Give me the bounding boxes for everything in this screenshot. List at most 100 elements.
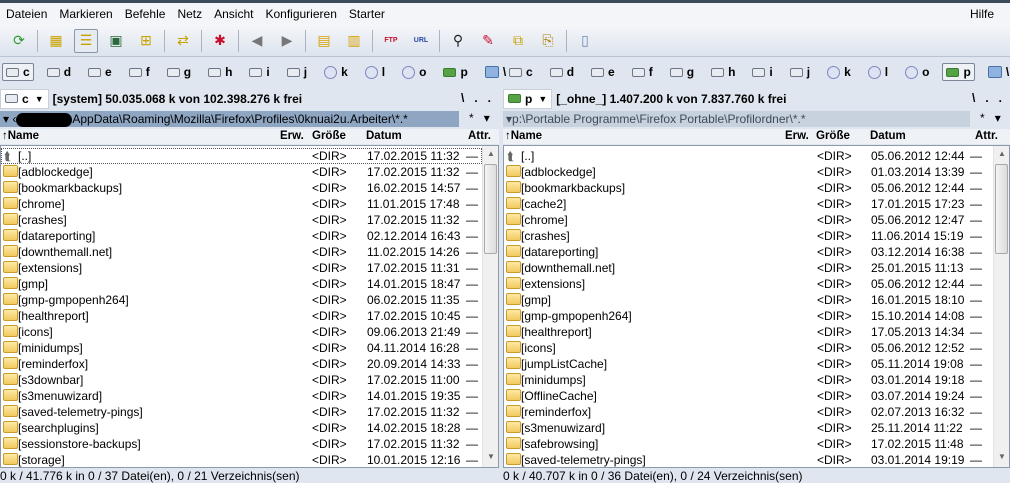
- file-row[interactable]: [s3menuwizard] <DIR> 25.11.2014 11:22 —: [504, 420, 993, 436]
- pack-button[interactable]: ▤: [312, 29, 336, 53]
- file-row[interactable]: [s3menuwizard] <DIR> 14.01.2015 19:35 —: [1, 388, 482, 404]
- file-row[interactable]: [reminderfox] <DIR> 20.09.2014 14:33 —: [1, 356, 482, 372]
- scroll-up-icon[interactable]: ▲: [998, 149, 1006, 158]
- right-hotlist-button[interactable]: ▾: [995, 111, 1001, 125]
- right-drive-button-o[interactable]: o: [901, 63, 933, 81]
- right-drive-button-k[interactable]: k: [823, 63, 855, 81]
- file-row[interactable]: [saved-telemetry-pings] <DIR> 17.02.2015 1…: [1, 404, 482, 420]
- right-drive-button-i[interactable]: i: [748, 63, 776, 81]
- menu-help[interactable]: Hilfe: [964, 7, 1000, 21]
- right-scrollbar[interactable]: ▲ ▼: [993, 146, 1009, 467]
- left-header-name[interactable]: ↑Name: [2, 130, 39, 142]
- right-filter-button[interactable]: *: [980, 111, 985, 125]
- left-header-date[interactable]: Datum: [366, 130, 402, 142]
- left-drive-button-e[interactable]: e: [84, 63, 116, 81]
- scroll-up-icon[interactable]: ▲: [487, 149, 495, 158]
- unpack-button[interactable]: ▥: [342, 29, 366, 53]
- left-drive-button-g[interactable]: g: [163, 63, 195, 81]
- left-header-attr[interactable]: Attr.: [468, 130, 491, 142]
- notepad-button[interactable]: ▯: [573, 29, 597, 53]
- full-view-button[interactable]: ☰: [74, 28, 98, 53]
- file-row[interactable]: [gmp] <DIR> 16.01.2015 18:10 —: [504, 292, 993, 308]
- file-row[interactable]: [saved-telemetry-pings] <DIR> 03.01.2014 1…: [504, 452, 993, 468]
- file-row[interactable]: [downthemall.net] <DIR> 11.02.2015 14:26 —: [1, 244, 482, 260]
- left-drive-button-h[interactable]: h: [204, 63, 236, 81]
- right-parent-button[interactable]: ..: [985, 91, 1010, 105]
- left-drive-button-d[interactable]: d: [43, 63, 75, 81]
- file-row[interactable]: [extensions] <DIR> 17.02.2015 11:31 —: [1, 260, 482, 276]
- file-row[interactable]: [chrome] <DIR> 05.06.2012 12:47 —: [504, 212, 993, 228]
- left-parent-button[interactable]: ..: [474, 91, 501, 105]
- select-button[interactable]: ✱: [208, 29, 232, 53]
- right-drive-button-e[interactable]: e: [587, 63, 619, 81]
- file-row[interactable]: [sessionstore-backups] <DIR> 17.02.2015 11…: [1, 436, 482, 452]
- tree-view-button[interactable]: ⊞: [134, 29, 158, 53]
- file-row[interactable]: [cache2] <DIR> 17.01.2015 17:23 —: [504, 196, 993, 212]
- right-drive-button-h[interactable]: h: [707, 63, 739, 81]
- file-row[interactable]: [gmp-gmpopenh264] <DIR> 15.10.2014 14:08 —: [504, 308, 993, 324]
- file-row[interactable]: [extensions] <DIR> 05.06.2012 12:44 —: [504, 276, 993, 292]
- url-button[interactable]: URL: [409, 29, 433, 53]
- left-drive-button-f[interactable]: f: [125, 63, 154, 81]
- scroll-down-icon[interactable]: ▼: [487, 452, 495, 461]
- left-root-button[interactable]: \: [461, 91, 474, 105]
- right-drive-button-j[interactable]: j: [786, 63, 814, 81]
- left-history-button[interactable]: ▾ ‹: [3, 112, 16, 126]
- left-drive-button-j[interactable]: j: [283, 63, 311, 81]
- file-row[interactable]: [chrome] <DIR> 11.01.2015 17:48 —: [1, 196, 482, 212]
- thumbnail-view-button[interactable]: ▣: [104, 29, 128, 53]
- scroll-thumb[interactable]: [995, 164, 1008, 254]
- right-drive-button-network[interactable]: \: [984, 63, 1010, 81]
- left-file-list[interactable]: ⮬ [..] <DIR> 17.02.2015 11:32— [adblockedge]…: [0, 145, 499, 468]
- left-hotlist-button[interactable]: ▾: [484, 111, 490, 125]
- file-row[interactable]: [gmp] <DIR> 14.01.2015 18:47 —: [1, 276, 482, 292]
- right-header-ext[interactable]: Erw.: [785, 130, 809, 142]
- right-drive-button-p[interactable]: p: [942, 63, 975, 81]
- right-header-name[interactable]: ↑Name: [505, 130, 542, 142]
- back-button[interactable]: ◀: [245, 29, 269, 53]
- file-row[interactable]: [minidumps] <DIR> 04.11.2014 16:28 —: [1, 340, 482, 356]
- menu-markieren[interactable]: Markieren: [53, 7, 118, 21]
- file-row[interactable]: [datareporting] <DIR> 02.12.2014 16:43 —: [1, 228, 482, 244]
- menu-ansicht[interactable]: Ansicht: [208, 7, 259, 21]
- right-drive-button-g[interactable]: g: [666, 63, 698, 81]
- file-row[interactable]: [safebrowsing] <DIR> 17.02.2015 11:48 —: [504, 436, 993, 452]
- file-row[interactable]: [searchplugins] <DIR> 14.02.2015 18:28 —: [1, 420, 482, 436]
- scroll-thumb[interactable]: [484, 164, 497, 254]
- file-row[interactable]: ⮬ [..] <DIR> 17.02.2015 11:32 —: [1, 148, 482, 164]
- file-row[interactable]: [healthreport] <DIR> 17.05.2013 14:34 —: [504, 324, 993, 340]
- left-drive-button-o[interactable]: o: [398, 63, 430, 81]
- scroll-down-icon[interactable]: ▼: [998, 452, 1006, 461]
- file-row[interactable]: [crashes] <DIR> 17.02.2015 11:32 —: [1, 212, 482, 228]
- file-row[interactable]: [s3downbar] <DIR> 17.02.2015 11:00 —: [1, 372, 482, 388]
- left-drive-button-p[interactable]: p: [439, 63, 471, 81]
- file-row[interactable]: [healthreport] <DIR> 17.02.2015 10:45 —: [1, 308, 482, 324]
- right-header-attr[interactable]: Attr.: [975, 130, 998, 142]
- file-row[interactable]: [datareporting] <DIR> 03.12.2014 16:38 —: [504, 244, 993, 260]
- file-row[interactable]: [jumpListCache] <DIR> 05.11.2014 19:08 —: [504, 356, 993, 372]
- file-row[interactable]: [minidumps] <DIR> 03.01.2014 19:18 —: [504, 372, 993, 388]
- file-row[interactable]: ⮬ [..] <DIR> 05.06.2012 12:44 —: [504, 148, 993, 164]
- right-drive-button-l[interactable]: l: [864, 63, 892, 81]
- left-scrollbar[interactable]: ▲ ▼: [482, 146, 498, 467]
- right-header-size[interactable]: Größe: [816, 130, 850, 142]
- file-row[interactable]: [crashes] <DIR> 11.06.2014 15:19 —: [504, 228, 993, 244]
- left-filter-button[interactable]: *: [469, 111, 474, 125]
- right-header-date[interactable]: Datum: [870, 130, 906, 142]
- refresh-button[interactable]: ⟳: [7, 29, 31, 53]
- left-path[interactable]: ▾ ‹ AppData\Roaming\Mozilla\Firefox\Profi…: [0, 111, 459, 127]
- rename-button[interactable]: ✎: [476, 29, 500, 53]
- left-drive-button-i[interactable]: i: [245, 63, 273, 81]
- file-row[interactable]: [OfflineCache] <DIR> 03.07.2014 19:24 —: [504, 388, 993, 404]
- left-drive-select[interactable]: c ▼: [0, 88, 49, 109]
- search-button[interactable]: ⚲: [446, 29, 470, 53]
- file-row[interactable]: [icons] <DIR> 05.06.2012 12:52 —: [504, 340, 993, 356]
- menu-konfigurieren[interactable]: Konfigurieren: [259, 7, 342, 21]
- right-drive-select[interactable]: p ▼: [503, 88, 553, 109]
- left-drive-button-k[interactable]: k: [320, 63, 352, 81]
- file-row[interactable]: [adblockedge] <DIR> 01.03.2014 13:39 —: [504, 164, 993, 180]
- left-drive-button-c[interactable]: c: [2, 63, 34, 81]
- file-row[interactable]: [icons] <DIR> 09.06.2013 21:49 —: [1, 324, 482, 340]
- file-row[interactable]: [storage] <DIR> 10.01.2015 12:16 —: [1, 452, 482, 468]
- forward-button[interactable]: ▶: [275, 29, 299, 53]
